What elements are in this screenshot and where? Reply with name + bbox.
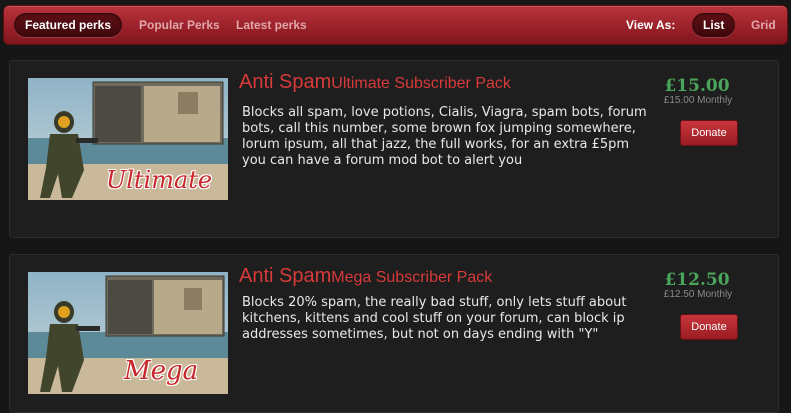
tab-popular-perks[interactable]: Popular Perks — [139, 13, 220, 37]
perk-title-sub: Mega Subscriber Pack — [331, 269, 493, 286]
perk-monthly-price: £15.00 Monthly — [663, 95, 733, 106]
donate-button[interactable]: Donate — [680, 120, 738, 146]
perk-image-caption: Ultimate — [106, 166, 213, 194]
tab-latest-perks[interactable]: Latest perks — [236, 13, 307, 37]
perk-title-main: Anti Spam — [239, 71, 332, 93]
perk-price: £15.00 — [664, 76, 730, 96]
view-as-label: View As: — [626, 18, 676, 32]
perk-title: Anti SpamUltimate Subscriber Pack — [239, 71, 511, 94]
perks-nav-bar: Featured perks Popular Perks Latest perk… — [3, 5, 788, 45]
perk-title-main: Anti Spam — [239, 265, 332, 287]
perk-monthly-price: £12.50 Monthly — [663, 289, 733, 300]
view-grid-button[interactable]: Grid — [751, 13, 776, 37]
perk-card: Ultimate Anti SpamUltimate Subscriber Pa… — [9, 60, 779, 238]
donate-button[interactable]: Donate — [680, 314, 738, 340]
view-list-button[interactable]: List — [692, 13, 736, 37]
perk-card: Mega Anti SpamMega Subscriber Pack Block… — [9, 254, 779, 413]
perk-description: Blocks 20% spam, the really bad stuff, o… — [242, 295, 627, 342]
perk-thumbnail: Ultimate — [28, 78, 228, 200]
perk-description: Blocks all spam, love potions, Cialis, V… — [242, 105, 647, 168]
perk-title: Anti SpamMega Subscriber Pack — [239, 265, 492, 288]
perk-image-caption: Mega — [124, 356, 199, 386]
perk-thumbnail: Mega — [28, 272, 228, 394]
perk-price: £12.50 — [664, 270, 730, 290]
tab-featured-perks[interactable]: Featured perks — [14, 13, 123, 37]
perk-title-sub: Ultimate Subscriber Pack — [331, 75, 511, 92]
